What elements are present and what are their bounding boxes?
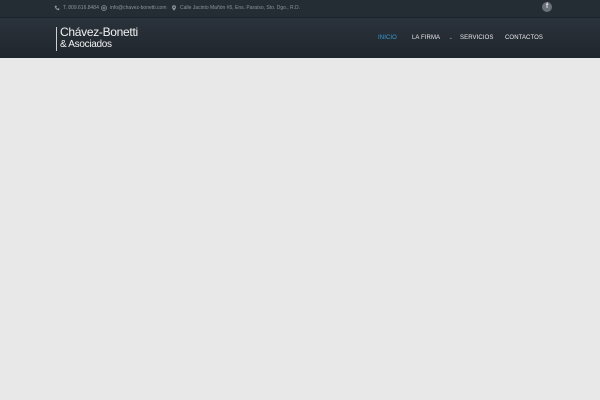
logo-divider <box>56 27 57 51</box>
main-content-area <box>0 58 600 400</box>
phone-icon <box>54 5 60 11</box>
nav-item-contactos[interactable]: CONTACTOS <box>505 35 543 41</box>
nav-item-label: LA FIRMA <box>412 35 440 41</box>
nav-item-label: INICIO <box>378 35 397 41</box>
email-info[interactable]: info@chavez-bonetti.com <box>101 5 167 11</box>
address-text: Calle Jacinto Mañón #5, Ens. Paraíso, St… <box>180 5 301 11</box>
facebook-icon[interactable]: f <box>542 2 552 12</box>
phone-info: T. 809.616.8484 <box>54 5 99 11</box>
phone-text: T. 809.616.8484 <box>63 5 99 11</box>
chevron-down-icon: ⌄ <box>448 35 453 41</box>
nav-item-label: SERVICIOS <box>460 35 494 41</box>
envelope-icon <box>101 5 107 11</box>
email-link[interactable]: info@chavez-bonetti.com <box>110 5 167 11</box>
main-header: Chávez-Bonetti & Asociados INICIO LA FIR… <box>0 18 600 58</box>
logo-name: Chávez-Bonetti <box>60 25 138 39</box>
logo-subtitle: & Asociados <box>60 39 112 50</box>
nav-item-label: CONTACTOS <box>505 35 544 41</box>
address-info: Calle Jacinto Mañón #5, Ens. Paraíso, St… <box>171 5 300 11</box>
nav-item-servicios[interactable]: SERVICIOS <box>460 35 493 41</box>
nav-item-inicio[interactable]: INICIO <box>378 35 397 41</box>
top-bar: T. 809.616.8484 info@chavez-bonetti.com … <box>0 0 600 18</box>
nav-item-la-firma[interactable]: LA FIRMA ⌄ <box>412 35 453 41</box>
map-pin-icon <box>172 5 176 11</box>
facebook-glyph: f <box>545 3 549 10</box>
